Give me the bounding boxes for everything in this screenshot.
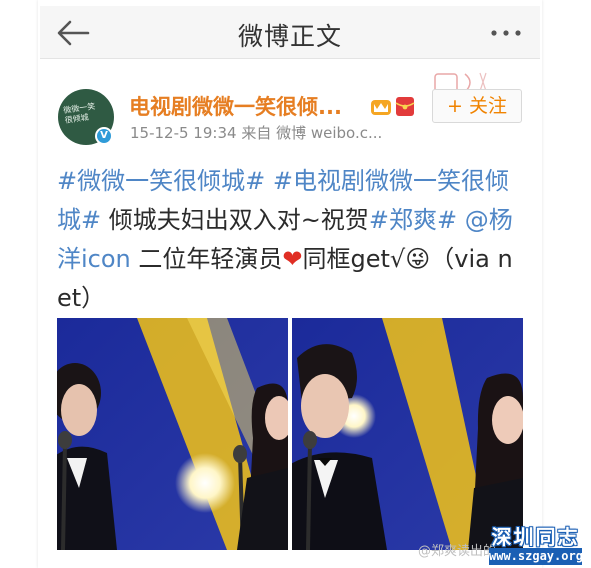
more-dots-icon[interactable] [486, 20, 526, 46]
weibo-watermark: @郑爽读出的 [418, 544, 497, 559]
tongue-face-emoji-icon: 😜 [405, 245, 431, 273]
post-photo-1[interactable] [57, 318, 288, 550]
post-text-segment: 同框get√ [302, 245, 406, 273]
heart-emoji-icon: ❤ [282, 245, 303, 273]
author-name[interactable]: 电视剧微微一笑很倾... [129, 91, 342, 121]
site-logo: 深圳同志 www.szgay.org [487, 521, 584, 568]
post-text: #微微一笑很倾城# #电视剧微微一笑很倾城# 倾城夫妇出双入对~祝贺#郑爽# @… [57, 162, 527, 318]
red-packet-icon [395, 97, 415, 116]
follow-button[interactable]: + 关注 [432, 89, 522, 123]
post-text-segment: 二位年轻演员 [130, 245, 283, 273]
top-nav-bar: 微博正文 [40, 6, 540, 59]
author-badges [371, 97, 415, 116]
topic-link[interactable]: #微微一笑很倾城# [57, 167, 265, 195]
verified-badge-icon: V [95, 127, 113, 145]
site-logo-url: www.szgay.org [489, 548, 583, 565]
post-text-segment: 倾城夫妇出双入对~祝贺 [101, 206, 369, 234]
post-meta: 15-12-5 19:34 来自 微博 weibo.c... [130, 122, 382, 143]
topic-link[interactable]: #郑爽# [369, 206, 457, 234]
post-photo-2[interactable] [292, 318, 523, 550]
avatar-logo-text: 微微一笑 很倾城 [62, 101, 96, 125]
site-logo-title: 深圳同志 [491, 525, 580, 549]
page-title: 微博正文 [237, 22, 342, 51]
crown-icon [371, 100, 391, 115]
post-timestamp: 15-12-5 19:34 [130, 124, 237, 142]
post-source: 来自 微博 weibo.c... [241, 124, 383, 142]
